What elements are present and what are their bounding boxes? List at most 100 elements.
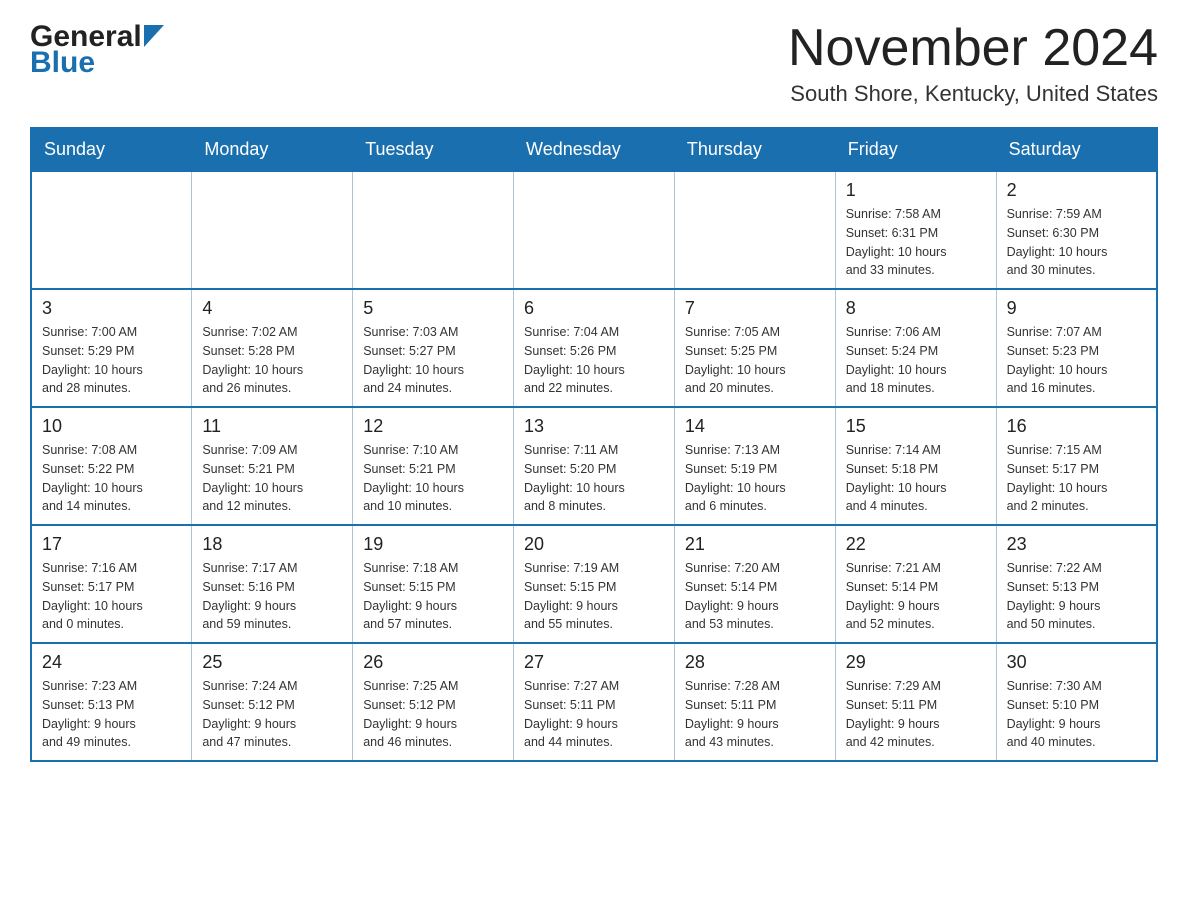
weekday-header-sunday: Sunday [31,128,192,171]
day-info: Sunrise: 7:08 AM Sunset: 5:22 PM Dayligh… [42,441,181,516]
calendar-cell [674,171,835,289]
calendar-cell: 26 Sunrise: 7:25 AM Sunset: 5:12 PM Dayli… [353,643,514,761]
day-number: 12 [363,416,503,437]
day-info: Sunrise: 7:03 AM Sunset: 5:27 PM Dayligh… [363,323,503,398]
calendar-cell: 5Sunrise: 7:03 AM Sunset: 5:27 PM Daylig… [353,289,514,407]
day-info: Sunrise: 7:30 AM Sunset: 5:10 PM Dayligh… [1007,677,1146,752]
calendar-cell: 24 Sunrise: 7:23 AM Sunset: 5:13 PM Dayli… [31,643,192,761]
calendar-cell: 9 Sunrise: 7:07 AM Sunset: 5:23 PM Daylig… [996,289,1157,407]
day-info: Sunrise: 7:29 AM Sunset: 5:11 PM Dayligh… [846,677,986,752]
calendar-cell: 30 Sunrise: 7:30 AM Sunset: 5:10 PM Dayli… [996,643,1157,761]
calendar-cell: 16 Sunrise: 7:15 AM Sunset: 5:17 PM Dayli… [996,407,1157,525]
logo-blue-text: Blue [30,46,95,80]
day-info: Sunrise: 7:10 AM Sunset: 5:21 PM Dayligh… [363,441,503,516]
day-number: 4 [202,298,342,319]
day-info: Sunrise: 7:15 AM Sunset: 5:17 PM Dayligh… [1007,441,1146,516]
location-title: South Shore, Kentucky, United States [788,81,1158,107]
day-info: Sunrise: 7:18 AM Sunset: 5:15 PM Dayligh… [363,559,503,634]
day-info: Sunrise: 7:23 AM Sunset: 5:13 PM Dayligh… [42,677,181,752]
weekday-header-friday: Friday [835,128,996,171]
calendar-cell: 22 Sunrise: 7:21 AM Sunset: 5:14 PM Dayli… [835,525,996,643]
day-number: 21 [685,534,825,555]
day-info: Sunrise: 7:21 AM Sunset: 5:14 PM Dayligh… [846,559,986,634]
calendar-cell: 10 Sunrise: 7:08 AM Sunset: 5:22 PM Dayli… [31,407,192,525]
day-number: 8 [846,298,986,319]
title-area: November 2024 South Shore, Kentucky, Uni… [788,20,1158,107]
day-info: Sunrise: 7:06 AM Sunset: 5:24 PM Dayligh… [846,323,986,398]
calendar-cell: 11Sunrise: 7:09 AM Sunset: 5:21 PM Dayli… [192,407,353,525]
day-number: 25 [202,652,342,673]
weekday-header-saturday: Saturday [996,128,1157,171]
calendar-cell [31,171,192,289]
calendar-cell: 1 Sunrise: 7:58 AM Sunset: 6:31 PM Daylig… [835,171,996,289]
day-number: 1 [846,180,986,201]
calendar-cell [514,171,675,289]
day-number: 7 [685,298,825,319]
day-number: 18 [202,534,342,555]
day-info: Sunrise: 7:22 AM Sunset: 5:13 PM Dayligh… [1007,559,1146,634]
day-info: Sunrise: 7:16 AM Sunset: 5:17 PM Dayligh… [42,559,181,634]
page-header: General Blue November 2024 South Shore, … [30,20,1158,107]
day-info: Sunrise: 7:19 AM Sunset: 5:15 PM Dayligh… [524,559,664,634]
week-row-2: 3Sunrise: 7:00 AM Sunset: 5:29 PM Daylig… [31,289,1157,407]
calendar-cell: 15Sunrise: 7:14 AM Sunset: 5:18 PM Dayli… [835,407,996,525]
day-number: 16 [1007,416,1146,437]
day-number: 14 [685,416,825,437]
calendar-cell [192,171,353,289]
weekday-header-row: SundayMondayTuesdayWednesdayThursdayFrid… [31,128,1157,171]
day-info: Sunrise: 7:28 AM Sunset: 5:11 PM Dayligh… [685,677,825,752]
calendar-cell: 4 Sunrise: 7:02 AM Sunset: 5:28 PM Daylig… [192,289,353,407]
day-number: 29 [846,652,986,673]
day-number: 23 [1007,534,1146,555]
day-number: 26 [363,652,503,673]
day-number: 9 [1007,298,1146,319]
weekday-header-thursday: Thursday [674,128,835,171]
day-info: Sunrise: 7:59 AM Sunset: 6:30 PM Dayligh… [1007,205,1146,280]
day-number: 2 [1007,180,1146,201]
weekday-header-wednesday: Wednesday [514,128,675,171]
calendar-cell: 12 Sunrise: 7:10 AM Sunset: 5:21 PM Dayli… [353,407,514,525]
day-info: Sunrise: 7:13 AM Sunset: 5:19 PM Dayligh… [685,441,825,516]
calendar-cell: 8 Sunrise: 7:06 AM Sunset: 5:24 PM Daylig… [835,289,996,407]
day-number: 24 [42,652,181,673]
calendar-cell: 14 Sunrise: 7:13 AM Sunset: 5:19 PM Dayli… [674,407,835,525]
day-number: 3 [42,298,181,319]
calendar-cell: 2 Sunrise: 7:59 AM Sunset: 6:30 PM Daylig… [996,171,1157,289]
day-number: 28 [685,652,825,673]
weekday-header-tuesday: Tuesday [353,128,514,171]
week-row-3: 10 Sunrise: 7:08 AM Sunset: 5:22 PM Dayli… [31,407,1157,525]
calendar-cell: 17 Sunrise: 7:16 AM Sunset: 5:17 PM Dayli… [31,525,192,643]
day-number: 17 [42,534,181,555]
day-info: Sunrise: 7:14 AM Sunset: 5:18 PM Dayligh… [846,441,986,516]
calendar-cell: 20 Sunrise: 7:19 AM Sunset: 5:15 PM Dayli… [514,525,675,643]
day-info: Sunrise: 7:20 AM Sunset: 5:14 PM Dayligh… [685,559,825,634]
weekday-header-monday: Monday [192,128,353,171]
calendar-cell: 13Sunrise: 7:11 AM Sunset: 5:20 PM Dayli… [514,407,675,525]
calendar-cell: 25Sunrise: 7:24 AM Sunset: 5:12 PM Dayli… [192,643,353,761]
calendar-cell: 23 Sunrise: 7:22 AM Sunset: 5:13 PM Dayli… [996,525,1157,643]
calendar-cell: 18 Sunrise: 7:17 AM Sunset: 5:16 PM Dayli… [192,525,353,643]
calendar-cell: 19 Sunrise: 7:18 AM Sunset: 5:15 PM Dayli… [353,525,514,643]
day-info: Sunrise: 7:02 AM Sunset: 5:28 PM Dayligh… [202,323,342,398]
day-number: 10 [42,416,181,437]
week-row-1: 1 Sunrise: 7:58 AM Sunset: 6:31 PM Daylig… [31,171,1157,289]
month-title: November 2024 [788,20,1158,77]
day-info: Sunrise: 7:07 AM Sunset: 5:23 PM Dayligh… [1007,323,1146,398]
logo-arrow-icon [144,25,164,47]
day-info: Sunrise: 7:05 AM Sunset: 5:25 PM Dayligh… [685,323,825,398]
day-number: 22 [846,534,986,555]
calendar-cell: 28 Sunrise: 7:28 AM Sunset: 5:11 PM Dayli… [674,643,835,761]
day-number: 13 [524,416,664,437]
day-info: Sunrise: 7:17 AM Sunset: 5:16 PM Dayligh… [202,559,342,634]
day-number: 19 [363,534,503,555]
day-number: 20 [524,534,664,555]
calendar-cell: 7 Sunrise: 7:05 AM Sunset: 5:25 PM Daylig… [674,289,835,407]
day-info: Sunrise: 7:09 AM Sunset: 5:21 PM Dayligh… [202,441,342,516]
day-info: Sunrise: 7:25 AM Sunset: 5:12 PM Dayligh… [363,677,503,752]
day-info: Sunrise: 7:58 AM Sunset: 6:31 PM Dayligh… [846,205,986,280]
week-row-5: 24 Sunrise: 7:23 AM Sunset: 5:13 PM Dayli… [31,643,1157,761]
calendar-cell: 21 Sunrise: 7:20 AM Sunset: 5:14 PM Dayli… [674,525,835,643]
day-number: 30 [1007,652,1146,673]
calendar-table: SundayMondayTuesdayWednesdayThursdayFrid… [30,127,1158,762]
day-info: Sunrise: 7:04 AM Sunset: 5:26 PM Dayligh… [524,323,664,398]
